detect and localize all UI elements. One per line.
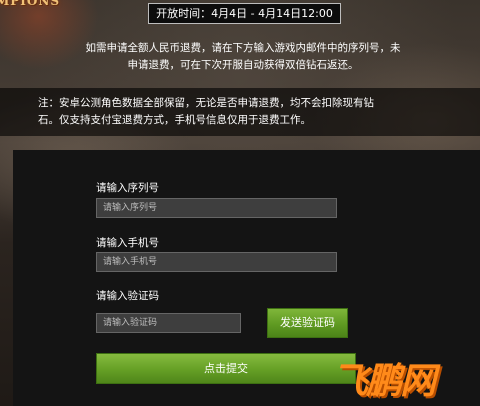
site-watermark: 飞鹏网 <box>332 361 436 402</box>
open-period-banner: 开放时间：4月4日 - 4月14日12:00 <box>148 3 341 24</box>
refund-notice-line-2: 申请退费，可在下次开服自动获得双倍钻石返还。 <box>127 59 359 71</box>
game-logo: MPIONS <box>0 0 61 8</box>
submit-button[interactable]: 点击提交 <box>96 353 356 384</box>
phone-input[interactable]: 请输入手机号 <box>96 252 337 272</box>
code-label: 请输入验证码 <box>96 290 159 302</box>
data-retention-notice: 注：安卓公测角色数据全部保留，无论是否申请退费，均不会扣除现有钻 石。仅支持支付… <box>0 88 480 136</box>
serial-input[interactable]: 请输入序列号 <box>96 198 337 218</box>
phone-label: 请输入手机号 <box>96 237 159 249</box>
refund-notice: 如需申请全额人民币退费，请在下方输入游戏内邮件中的序列号，未 申请退费，可在下次… <box>43 40 443 74</box>
code-input[interactable]: 请输入验证码 <box>96 313 241 333</box>
refund-notice-line-1: 如需申请全额人民币退费，请在下方输入游戏内邮件中的序列号，未 <box>85 42 401 54</box>
retention-notice-line-1: 注：安卓公测角色数据全部保留，无论是否申请退费，均不会扣除现有钻 <box>38 97 374 109</box>
serial-label: 请输入序列号 <box>96 182 159 194</box>
send-code-button[interactable]: 发送验证码 <box>267 308 348 338</box>
retention-notice-line-2: 石。仅支持支付宝退费方式，手机号信息仅用于退费工作。 <box>38 114 311 126</box>
